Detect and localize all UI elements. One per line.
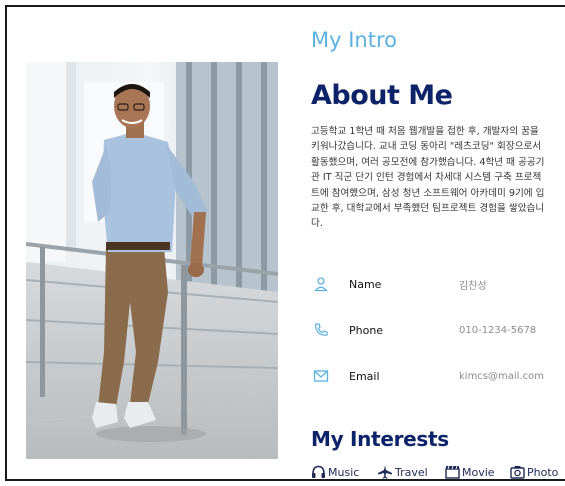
person-icon bbox=[314, 277, 328, 292]
section-kicker: My Intro bbox=[311, 28, 397, 52]
interest-photo: Photo bbox=[510, 464, 558, 480]
bio-line: 교한 후, 대학교에서 부족했던 팀프로젝트 경험을 쌓았습니 bbox=[311, 203, 545, 215]
contact-value: 010-1234-5678 bbox=[459, 324, 537, 336]
airplane-icon bbox=[378, 465, 392, 479]
bio-line: 고등학교 1학년 때 처음 웹개발을 접한 후, 개발자의 꿈을 bbox=[311, 126, 539, 137]
interest-movie: Movie bbox=[445, 464, 495, 480]
bio-line: 트에 참여했으며, 삼성 청년 소프트웨어 아카데미 9기에 입 bbox=[311, 187, 545, 199]
contact-row-name: Name 김찬성 bbox=[313, 274, 487, 294]
phone-icon bbox=[315, 323, 328, 336]
clapperboard-icon bbox=[445, 465, 460, 479]
headphones-icon bbox=[312, 465, 325, 478]
interest-music: Music bbox=[311, 464, 359, 480]
bio-line: 다. bbox=[311, 218, 323, 230]
contact-label: Email bbox=[349, 369, 380, 383]
interest-label: Music bbox=[328, 465, 360, 479]
bio-line: 활동했으며, 여러 공모전에 참가했습니다. 4학년 때 공공기 bbox=[311, 156, 545, 168]
contact-label: Phone bbox=[349, 323, 384, 337]
interest-label: Photo bbox=[527, 465, 559, 479]
interests-heading: My Interests bbox=[311, 427, 449, 451]
contact-row-email: Email kimcs@mail.com bbox=[313, 366, 544, 386]
envelope-icon bbox=[313, 370, 329, 382]
contact-label: Name bbox=[349, 277, 382, 291]
camera-icon bbox=[510, 466, 525, 479]
interest-label: Movie bbox=[462, 465, 495, 479]
contact-row-phone: Phone 010-1234-5678 bbox=[313, 320, 536, 340]
bio-line: 관 IT 직군 단기 인턴 경험에서 차세대 시스템 구축 프로젝 bbox=[311, 172, 542, 184]
about-heading: About Me bbox=[311, 80, 453, 111]
bio-paragraph: 고등학교 1학년 때 처음 웹개발을 접한 후, 개발자의 꿈을 키워나갔습니다… bbox=[311, 124, 565, 232]
contact-value: 김찬성 bbox=[459, 280, 487, 292]
interest-label: Travel bbox=[395, 465, 428, 479]
profile-photo bbox=[26, 62, 278, 459]
interest-travel: Travel bbox=[377, 464, 428, 480]
contact-value: kimcs@mail.com bbox=[459, 370, 544, 382]
bio-line: 키워나갔습니다. 교내 코딩 동아리 "레츠코딩" 회장으로서 bbox=[311, 141, 542, 153]
